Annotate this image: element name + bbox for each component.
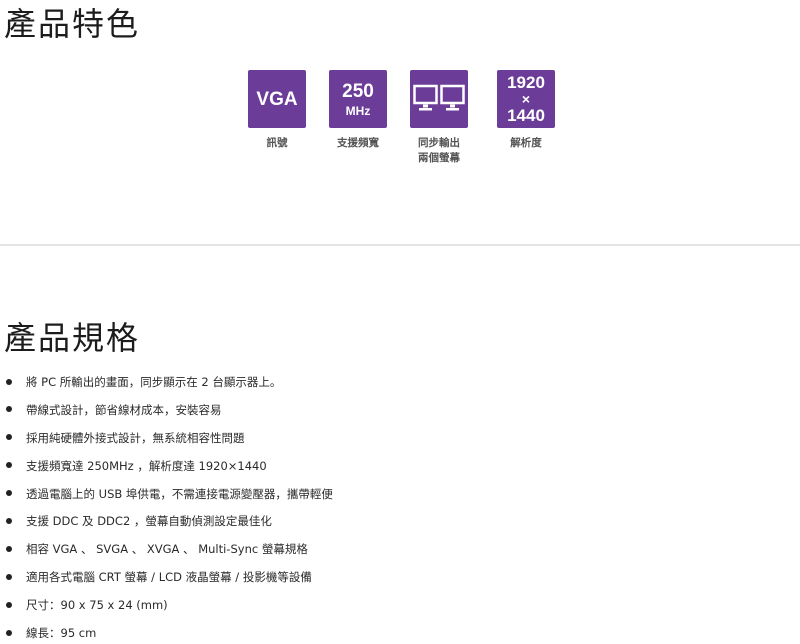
dual-monitor-tile (410, 70, 468, 128)
resolution-height: 1440 (507, 106, 545, 125)
bullet-icon (6, 545, 12, 552)
spec-text: 適用各式電腦 CRT 螢幕 / LCD 液晶螢幕 / 投影機等設備 (26, 570, 312, 585)
bullet-icon (6, 490, 12, 497)
list-item: 適用各式電腦 CRT 螢幕 / LCD 液晶螢幕 / 投影機等設備 (0, 567, 333, 595)
resolution-times: × (521, 91, 531, 107)
spec-text: 相容 VGA 、 SVGA 、 XVGA 、 Multi-Sync 螢幕規格 (26, 542, 308, 557)
feature-icons-row: VGA 訊號 250 MHz 支援頻寬 同步輸出 兩個螢幕 1920 × 144… (0, 70, 800, 170)
vga-tile-label: VGA (256, 88, 298, 110)
spec-text: 採用純硬體外接式設計，無系統相容性問題 (26, 430, 245, 445)
bullet-icon (6, 462, 12, 469)
bandwidth-unit: MHz (345, 103, 371, 118)
vga-tile: VGA (248, 70, 306, 128)
bullet-icon (6, 601, 12, 608)
list-item: 相容 VGA 、 SVGA 、 XVGA 、 Multi-Sync 螢幕規格 (0, 539, 333, 567)
list-item: 帶線式設計，節省線材成本，安裝容易 (0, 400, 333, 428)
spec-text: 帶線式設計，節省線材成本，安裝容易 (26, 402, 222, 417)
spec-text: 尺寸：90 x 75 x 24 (mm) (26, 598, 168, 613)
bandwidth-value: 250 (342, 80, 374, 102)
list-item: 支援頻寬達 250MHz ，解析度達 1920×1440 (0, 456, 333, 484)
resolution-tile: 1920 × 1440 (497, 70, 555, 128)
list-item: 線長：95 cm (0, 623, 333, 644)
list-item: 支援 DDC 及 DDC2 ，螢幕自動偵測設定最佳化 (0, 511, 333, 539)
spec-text: 線長：95 cm (26, 626, 97, 641)
bullet-icon (6, 406, 12, 413)
feature-caption: 同步輸出 兩個螢幕 (389, 136, 489, 166)
resolution-width: 1920 (507, 73, 545, 92)
spec-text: 支援 DDC 及 DDC2 ，螢幕自動偵測設定最佳化 (26, 514, 272, 529)
features-section-title: 產品特色 (4, 5, 141, 43)
spec-text: 支援頻寬達 250MHz ，解析度達 1920×1440 (26, 458, 267, 473)
spec-text: 透過電腦上的 USB 埠供電，不需連接電源變壓器，攜帶輕便 (26, 486, 333, 501)
caption-line: 同步輸出 (418, 137, 460, 149)
list-item: 採用純硬體外接式設計，無系統相容性問題 (0, 428, 333, 456)
spec-list: 將 PC 所輸出的畫面，同步顯示在 2 台顯示器上。 帶線式設計，節省線材成本，… (0, 372, 333, 644)
specs-section-title: 產品規格 (4, 319, 141, 357)
feature-dual-output: 同步輸出 兩個螢幕 (389, 70, 489, 166)
bandwidth-tile: 250 MHz (329, 70, 387, 128)
list-item: 透過電腦上的 USB 埠供電，不需連接電源變壓器，攜帶輕便 (0, 484, 333, 512)
bullet-icon (6, 573, 12, 580)
list-item: 尺寸：90 x 75 x 24 (mm) (0, 595, 333, 623)
bullet-icon (6, 378, 12, 385)
bullet-icon (6, 434, 12, 441)
list-item: 將 PC 所輸出的畫面，同步顯示在 2 台顯示器上。 (0, 372, 333, 400)
bullet-icon (6, 629, 12, 636)
spec-text: 將 PC 所輸出的畫面，同步顯示在 2 台顯示器上。 (26, 375, 282, 389)
caption-line: 兩個螢幕 (418, 152, 460, 164)
page: 產品特色 VGA 訊號 250 MHz 支援頻寬 同步輸出 兩個螢幕 1920 … (0, 0, 800, 644)
bullet-icon (6, 517, 12, 524)
feature-resolution: 1920 × 1440 解析度 (476, 70, 576, 151)
feature-caption: 解析度 (510, 137, 542, 149)
section-divider (0, 244, 800, 246)
dual-monitor-icon (413, 84, 465, 111)
